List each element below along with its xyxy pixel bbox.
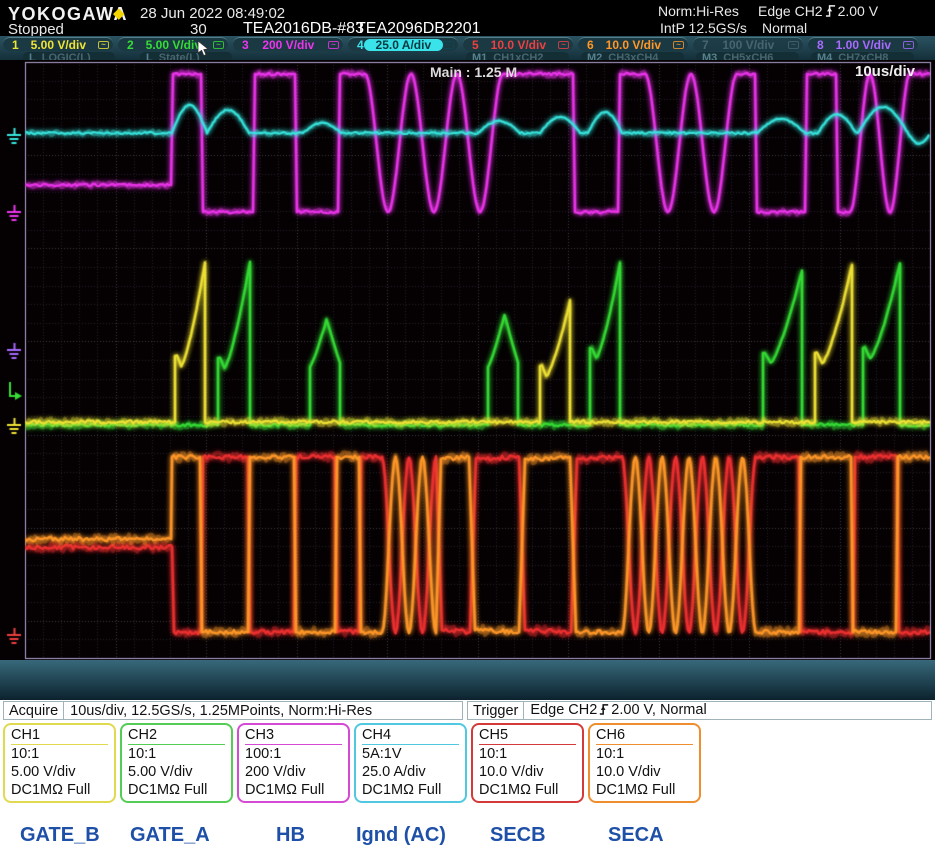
rising-edge-icon <box>825 3 836 21</box>
channel-panel-title: CH4 <box>362 726 459 745</box>
probe-coupling-icon: ~ <box>213 41 224 49</box>
trigger-bar-text: Edge CH2 2.00 V, Normal <box>524 702 712 720</box>
acquire-mode-readout: Norm:Hi-Res <box>658 3 739 19</box>
trigger-mode-readout: Normal <box>762 20 807 36</box>
probe-ratio: 10:1 <box>11 745 108 763</box>
coupling: DC1MΩ Full <box>479 781 576 799</box>
channel-panel-ch6[interactable]: CH610:110.0 V/divDC1MΩ Full <box>588 723 701 803</box>
rising-edge-icon <box>599 702 609 720</box>
probe-coupling-icon: ~ <box>673 41 684 49</box>
channel-badge-6[interactable]: 610.0 V/div~ <box>578 37 688 51</box>
lower-gradient-band <box>0 660 935 700</box>
channel-number: 6 <box>587 39 594 51</box>
probe-ratio: 10:1 <box>479 745 576 763</box>
channel-number: 8 <box>817 39 824 51</box>
timebase-readout: 10us/div <box>855 63 915 80</box>
probe-ratio: 5A:1V <box>362 745 459 763</box>
channel-panel-title: CH5 <box>479 726 576 745</box>
channel-scale: 25.0 A/div <box>364 39 443 51</box>
signal-label-seca: SECA <box>608 824 664 847</box>
bottom-info-panel: Acquire 10us/div, 12.5GS/s, 1.25MPoints,… <box>0 700 935 854</box>
signal-label-gate-a: GATE_A <box>130 824 210 847</box>
trigger-bar-source: Edge CH2 <box>530 702 597 718</box>
trigger-source: Edge CH2 <box>758 3 823 19</box>
probe-coupling-icon: ~ <box>98 41 109 49</box>
channel-badge-4[interactable]: 425.0 A/div~ <box>348 37 458 51</box>
channel-panel-ch4[interactable]: CH45A:1V25.0 A/divDC1MΩ Full <box>354 723 467 803</box>
channel-number: 1 <box>12 39 19 51</box>
brand-diamond-icon: ◆ <box>113 4 125 22</box>
channel-number: 2 <box>127 39 134 51</box>
channel-panel-title: CH2 <box>128 726 225 745</box>
channel-scale: 1.00 V/div <box>824 39 903 51</box>
vertical-scale: 5.00 V/div <box>128 763 225 781</box>
probe-coupling-icon: ~ <box>903 41 914 49</box>
channel-panel-title: CH1 <box>11 726 108 745</box>
vertical-scale: 10.0 V/div <box>596 763 693 781</box>
vertical-scale: 25.0 A/div <box>362 763 459 781</box>
coupling: DC1MΩ Full <box>362 781 459 799</box>
mouse-cursor-icon <box>197 40 209 57</box>
channel-badge-3[interactable]: 3200 V/div~ <box>233 37 343 51</box>
coupling: DC1MΩ Full <box>596 781 693 799</box>
acquire-bar-label: Acquire <box>4 702 64 719</box>
signal-label-hb: HB <box>276 824 305 847</box>
probe-ratio: 10:1 <box>128 745 225 763</box>
probe-ratio: 100:1 <box>245 745 342 763</box>
signal-label-ignd-ac: Ignd (AC) <box>356 824 446 847</box>
interpolation-readout: IntP 12.5GS/s <box>660 20 747 36</box>
channel-scale: 10.0 V/div <box>479 39 558 51</box>
record-length-readout: Main : 1.25 M <box>430 64 517 80</box>
trigger-bar[interactable]: Trigger Edge CH2 2.00 V, Normal <box>467 701 932 720</box>
acquire-bar[interactable]: Acquire 10us/div, 12.5GS/s, 1.25MPoints,… <box>3 701 463 720</box>
probe-ratio: 10:1 <box>596 745 693 763</box>
channel-scale: 5.00 V/div <box>19 39 98 51</box>
channel-panel-ch3[interactable]: CH3100:1200 V/divDC1MΩ Full <box>237 723 350 803</box>
channel-scale: 10.0 V/div <box>594 39 673 51</box>
probe-coupling-icon: ~ <box>443 41 454 49</box>
channel-panel-ch1[interactable]: CH110:15.00 V/divDC1MΩ Full <box>3 723 116 803</box>
channel-panel-ch5[interactable]: CH510:110.0 V/divDC1MΩ Full <box>471 723 584 803</box>
channel-badge-7[interactable]: 7100 V/div~ <box>693 37 803 51</box>
coupling: DC1MΩ Full <box>128 781 225 799</box>
coupling: DC1MΩ Full <box>11 781 108 799</box>
channel-number: 7 <box>702 39 709 51</box>
scope-display-area: YOKOGAWA ◆ 28 Jun 2022 08:49:02 Stopped … <box>0 0 935 700</box>
signal-label-secb: SECB <box>490 824 546 847</box>
trigger-level: 2.00 V <box>838 3 878 19</box>
channel-scale: 200 V/div <box>249 39 328 51</box>
probe-coupling-icon: ~ <box>788 41 799 49</box>
channel-scale: 100 V/div <box>709 39 788 51</box>
channel-badge-8[interactable]: 81.00 V/div~ <box>808 37 918 51</box>
trigger-bar-level-mode: 2.00 V, Normal <box>611 702 706 718</box>
channel-number: 4 <box>357 39 364 51</box>
channel-panel-title: CH6 <box>596 726 693 745</box>
channel-number: 3 <box>242 39 249 51</box>
probe-coupling-icon: ~ <box>328 41 339 49</box>
vertical-scale: 5.00 V/div <box>11 763 108 781</box>
channel-badge-5[interactable]: 510.0 V/div~ <box>463 37 573 51</box>
trigger-summary: Edge CH2 2.00 V <box>758 3 878 21</box>
vertical-scale: 10.0 V/div <box>479 763 576 781</box>
waveform-canvas[interactable] <box>0 60 935 660</box>
channel-panel-title: CH3 <box>245 726 342 745</box>
trigger-bar-label: Trigger <box>468 702 524 719</box>
channel-panel-ch2[interactable]: CH210:15.00 V/divDC1MΩ Full <box>120 723 233 803</box>
channel-badge-1[interactable]: 15.00 V/div~ <box>3 37 113 51</box>
channel-badge-strip: 15.00 V/div~25.00 V/div~3200 V/div~425.0… <box>0 36 935 62</box>
channel-number: 5 <box>472 39 479 51</box>
oscilloscope-screen: YOKOGAWA ◆ 28 Jun 2022 08:49:02 Stopped … <box>0 0 935 854</box>
probe-coupling-icon: ~ <box>558 41 569 49</box>
signal-label-gate-b: GATE_B <box>20 824 100 847</box>
channel-badge-2[interactable]: 25.00 V/div~ <box>118 37 228 51</box>
vertical-scale: 200 V/div <box>245 763 342 781</box>
acquire-bar-text: 10us/div, 12.5GS/s, 1.25MPoints, Norm:Hi… <box>64 703 378 719</box>
coupling: DC1MΩ Full <box>245 781 342 799</box>
